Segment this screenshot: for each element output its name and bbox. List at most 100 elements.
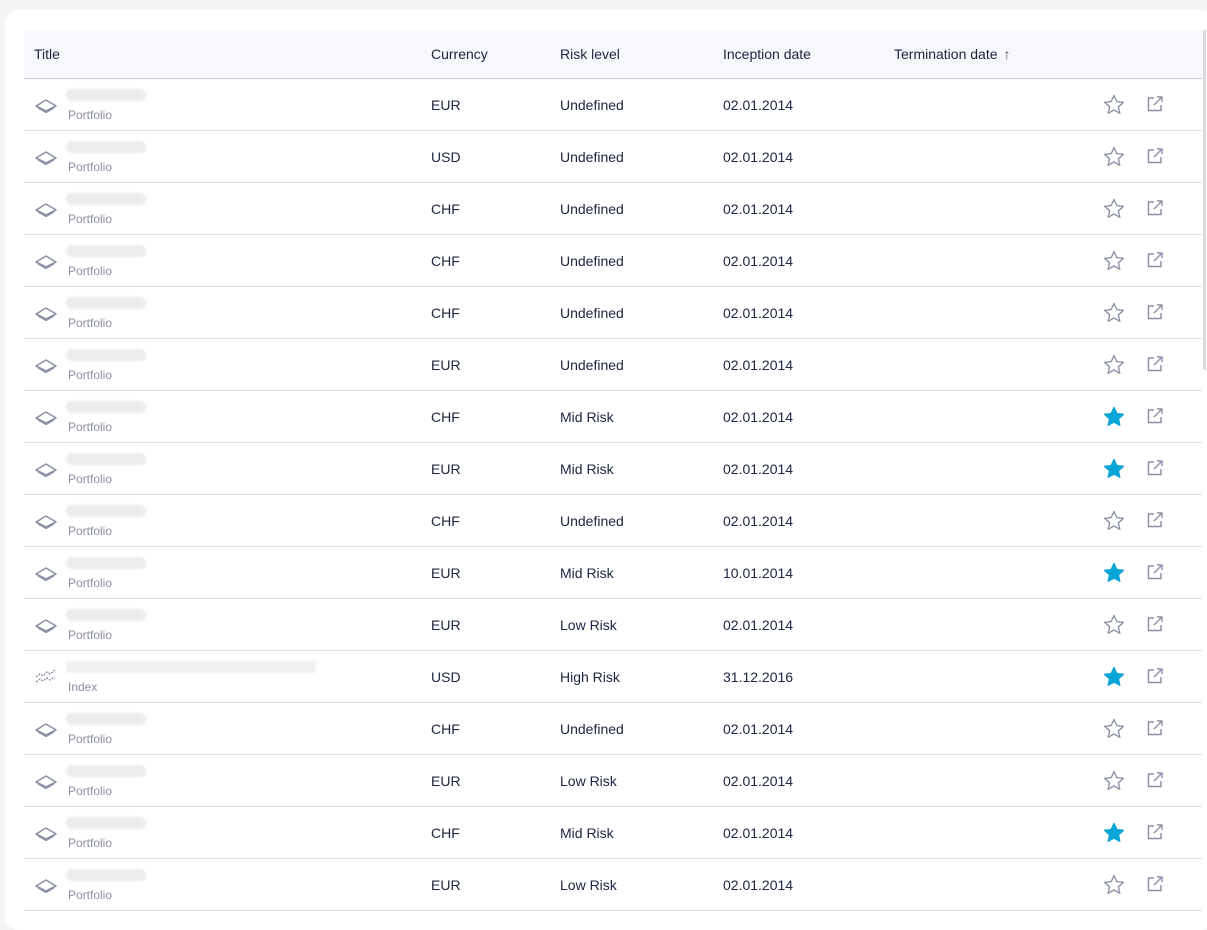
star-outline-icon[interactable]	[1102, 717, 1126, 741]
star-filled-icon[interactable]	[1102, 821, 1126, 845]
redacted-title[interactable]	[66, 297, 146, 309]
column-header-risk-level[interactable]: Risk level	[560, 30, 620, 78]
redacted-title[interactable]	[66, 141, 146, 153]
column-header-termination-date[interactable]: Termination date ↑	[894, 30, 1011, 78]
portfolio-icon	[34, 251, 58, 271]
redacted-title[interactable]	[66, 557, 146, 569]
redacted-title[interactable]	[66, 89, 146, 101]
redacted-title[interactable]	[66, 349, 146, 361]
table-row[interactable]: Portfolio EUR Undefined 02.01.2014	[24, 79, 1202, 131]
table-row[interactable]: Portfolio CHF Mid Risk 02.01.2014	[24, 391, 1202, 443]
column-header-currency[interactable]: Currency	[431, 30, 488, 78]
risk-level-cell: Undefined	[560, 356, 624, 373]
column-header-inception-date[interactable]: Inception date	[723, 30, 811, 78]
table-row[interactable]: Portfolio CHF Undefined 02.01.2014	[24, 495, 1202, 547]
redacted-title[interactable]	[66, 817, 146, 829]
table-row[interactable]: Portfolio EUR Mid Risk 10.01.2014	[24, 547, 1202, 599]
star-outline-icon[interactable]	[1102, 301, 1126, 325]
star-outline-icon[interactable]	[1102, 613, 1126, 637]
star-filled-icon[interactable]	[1102, 405, 1126, 429]
inception-date-cell: 02.01.2014	[723, 96, 794, 113]
instrument-type: Portfolio	[68, 576, 113, 590]
redacted-title[interactable]	[66, 609, 146, 621]
redacted-title[interactable]	[66, 661, 316, 673]
inception-date-cell: 02.01.2014	[723, 252, 794, 269]
star-outline-icon[interactable]	[1102, 769, 1126, 793]
redacted-title[interactable]	[66, 453, 146, 465]
table-row[interactable]: Portfolio USD Undefined 02.01.2014	[24, 131, 1202, 183]
star-outline-icon[interactable]	[1102, 249, 1126, 273]
star-outline-icon[interactable]	[1102, 145, 1126, 169]
portfolio-icon	[34, 459, 58, 479]
open-external-icon[interactable]	[1146, 95, 1164, 113]
currency-cell: EUR	[431, 356, 461, 373]
open-external-icon[interactable]	[1146, 875, 1164, 893]
inception-date-cell: 02.01.2014	[723, 824, 794, 841]
open-external-icon[interactable]	[1146, 355, 1164, 373]
open-external-icon[interactable]	[1146, 667, 1164, 685]
currency-cell: EUR	[431, 460, 461, 477]
currency-cell: EUR	[431, 616, 461, 633]
table-row[interactable]: Portfolio CHF Undefined 02.01.2014	[24, 235, 1202, 287]
star-filled-icon[interactable]	[1102, 561, 1126, 585]
redacted-title[interactable]	[66, 713, 146, 725]
portfolio-icon	[34, 147, 58, 167]
star-outline-icon[interactable]	[1102, 353, 1126, 377]
currency-cell: EUR	[431, 564, 461, 581]
risk-level-cell: Undefined	[560, 96, 624, 113]
star-filled-icon[interactable]	[1102, 457, 1126, 481]
star-outline-icon[interactable]	[1102, 873, 1126, 897]
table-row[interactable]: Portfolio EUR Mid Risk 02.01.2014	[24, 443, 1202, 495]
open-external-icon[interactable]	[1146, 511, 1164, 529]
portfolio-icon	[34, 199, 58, 219]
open-external-icon[interactable]	[1146, 823, 1164, 841]
inception-date-cell: 02.01.2014	[723, 148, 794, 165]
redacted-title[interactable]	[66, 245, 146, 257]
open-external-icon[interactable]	[1146, 771, 1164, 789]
inception-date-cell: 02.01.2014	[723, 304, 794, 321]
portfolio-icon	[34, 719, 58, 739]
instrument-type: Portfolio	[68, 316, 113, 330]
open-external-icon[interactable]	[1146, 251, 1164, 269]
open-external-icon[interactable]	[1146, 459, 1164, 477]
table-row[interactable]: Portfolio EUR Undefined 02.01.2014	[24, 339, 1202, 391]
table-row[interactable]: Portfolio CHF Undefined 02.01.2014	[24, 183, 1202, 235]
currency-cell: CHF	[431, 408, 460, 425]
open-external-icon[interactable]	[1146, 303, 1164, 321]
redacted-title[interactable]	[66, 193, 146, 205]
inception-date-cell: 02.01.2014	[723, 616, 794, 633]
scrollbar[interactable]	[1203, 30, 1206, 370]
redacted-title[interactable]	[66, 765, 146, 777]
table-row[interactable]: Index USD High Risk 31.12.2016	[24, 651, 1202, 703]
currency-cell: CHF	[431, 720, 460, 737]
inception-date-cell: 02.01.2014	[723, 408, 794, 425]
currency-cell: EUR	[431, 96, 461, 113]
table-row[interactable]: Portfolio CHF Undefined 02.01.2014	[24, 287, 1202, 339]
redacted-title[interactable]	[66, 869, 146, 881]
table-row[interactable]: Portfolio CHF Undefined 02.01.2014	[24, 703, 1202, 755]
table-row[interactable]: Portfolio CHF Mid Risk 02.01.2014	[24, 807, 1202, 859]
risk-level-cell: Mid Risk	[560, 460, 614, 477]
portfolio-icon	[34, 823, 58, 843]
open-external-icon[interactable]	[1146, 719, 1164, 737]
redacted-title[interactable]	[66, 401, 146, 413]
table-row[interactable]: Portfolio EUR Low Risk 02.01.2014	[24, 859, 1202, 911]
table-row[interactable]: Portfolio EUR Low Risk 02.01.2014	[24, 755, 1202, 807]
star-filled-icon[interactable]	[1102, 665, 1126, 689]
star-outline-icon[interactable]	[1102, 509, 1126, 533]
open-external-icon[interactable]	[1146, 199, 1164, 217]
open-external-icon[interactable]	[1146, 407, 1164, 425]
column-header-title[interactable]: Title	[34, 30, 60, 78]
table-row[interactable]: Portfolio EUR Low Risk 02.01.2014	[24, 599, 1202, 651]
instrument-type: Portfolio	[68, 108, 113, 122]
portfolio-icon	[34, 355, 58, 375]
currency-cell: EUR	[431, 876, 461, 893]
open-external-icon[interactable]	[1146, 563, 1164, 581]
instruments-table: Title Currency Risk level Inception date…	[24, 30, 1202, 911]
redacted-title[interactable]	[66, 505, 146, 517]
star-outline-icon[interactable]	[1102, 93, 1126, 117]
sort-ascending-icon: ↑	[1003, 46, 1011, 62]
star-outline-icon[interactable]	[1102, 197, 1126, 221]
open-external-icon[interactable]	[1146, 615, 1164, 633]
open-external-icon[interactable]	[1146, 147, 1164, 165]
